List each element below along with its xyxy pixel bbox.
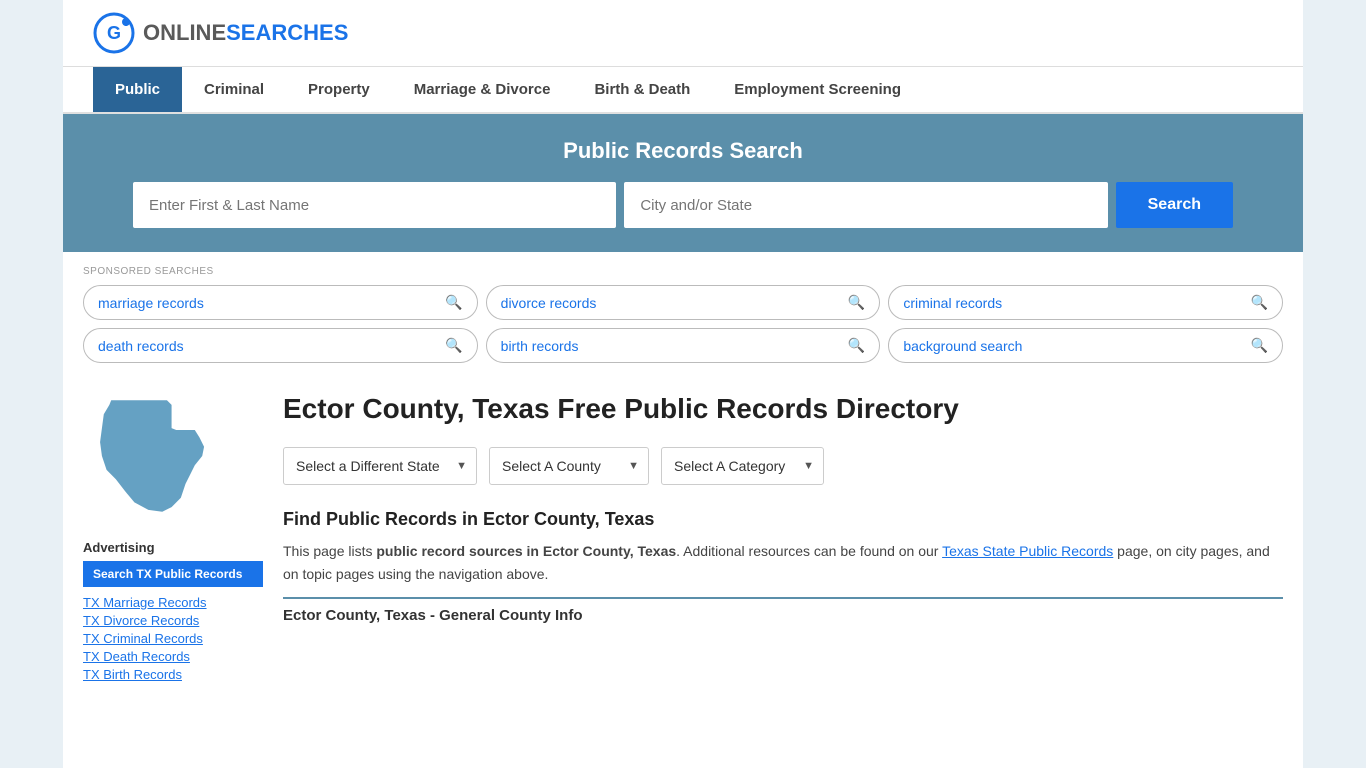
search-icon: 🔍 <box>848 337 865 354</box>
pill-text: birth records <box>501 338 579 354</box>
main-body: SPONSORED SEARCHES marriage records🔍divo… <box>63 252 1303 705</box>
logo: G ONLINESEARCHES <box>93 12 348 54</box>
general-info-title: Ector County, Texas - General County Inf… <box>283 597 1283 624</box>
banner-title: Public Records Search <box>93 138 1273 164</box>
find-text-1: This page lists <box>283 543 376 559</box>
search-pills: marriage records🔍divorce records🔍crimina… <box>83 285 1283 363</box>
sidebar: Advertising Search TX Public Records TX … <box>83 391 283 685</box>
advertising-label: Advertising <box>83 540 263 555</box>
sponsored-label: SPONSORED SEARCHES <box>83 266 1283 277</box>
state-dropdown-wrapper: Select a Different State <box>283 447 477 485</box>
search-icon: 🔍 <box>445 337 462 354</box>
search-pill[interactable]: background search 🔍 <box>888 328 1283 363</box>
nav-item-birth---death[interactable]: Birth & Death <box>572 67 712 112</box>
find-link[interactable]: Texas State Public Records <box>942 543 1113 559</box>
logo-icon: G <box>93 12 135 54</box>
search-pill[interactable]: criminal records 🔍 <box>888 285 1283 320</box>
texas-map <box>83 391 263 524</box>
pill-text: death records <box>98 338 184 354</box>
dropdown-row: Select a Different State Select A County… <box>283 447 1283 485</box>
search-pill[interactable]: divorce records 🔍 <box>486 285 881 320</box>
state-dropdown[interactable]: Select a Different State <box>283 447 477 485</box>
svg-text:G: G <box>107 23 121 43</box>
sidebar-link[interactable]: TX Marriage Records <box>83 595 263 610</box>
logo-online-text: ONLINE <box>143 20 226 45</box>
main-content-area: Ector County, Texas Free Public Records … <box>283 391 1283 685</box>
pill-text: divorce records <box>501 295 597 311</box>
pill-text: criminal records <box>903 295 1002 311</box>
search-pill[interactable]: death records 🔍 <box>83 328 478 363</box>
content-area: Advertising Search TX Public Records TX … <box>83 371 1283 705</box>
logo-searches-text: SEARCHES <box>226 20 348 45</box>
nav-item-marriage---divorce[interactable]: Marriage & Divorce <box>392 67 573 112</box>
nav-item-public[interactable]: Public <box>93 67 182 112</box>
search-form: Search <box>133 182 1233 228</box>
search-icon: 🔍 <box>445 294 462 311</box>
find-text-2: . Additional resources can be found on o… <box>676 543 942 559</box>
search-banner: Public Records Search Search <box>63 114 1303 252</box>
sidebar-link[interactable]: TX Birth Records <box>83 667 263 682</box>
county-dropdown[interactable]: Select A County <box>489 447 649 485</box>
sponsored-section: SPONSORED SEARCHES marriage records🔍divo… <box>83 252 1283 371</box>
sidebar-link[interactable]: TX Divorce Records <box>83 613 263 628</box>
main-nav: PublicCriminalPropertyMarriage & Divorce… <box>63 67 1303 114</box>
sidebar-link[interactable]: TX Criminal Records <box>83 631 263 646</box>
category-dropdown-wrapper: Select A Category <box>661 447 824 485</box>
search-pill[interactable]: marriage records 🔍 <box>83 285 478 320</box>
page-title: Ector County, Texas Free Public Records … <box>283 391 1283 427</box>
find-bold: public record sources in Ector County, T… <box>376 543 676 559</box>
pill-text: background search <box>903 338 1022 354</box>
find-description: This page lists public record sources in… <box>283 540 1283 585</box>
sidebar-link[interactable]: TX Death Records <box>83 649 263 664</box>
search-icon: 🔍 <box>848 294 865 311</box>
pill-text: marriage records <box>98 295 204 311</box>
nav-item-property[interactable]: Property <box>286 67 392 112</box>
search-pill[interactable]: birth records 🔍 <box>486 328 881 363</box>
find-title: Find Public Records in Ector County, Tex… <box>283 509 1283 530</box>
location-input[interactable] <box>624 182 1107 228</box>
category-dropdown[interactable]: Select A Category <box>661 447 824 485</box>
nav-item-employment-screening[interactable]: Employment Screening <box>712 67 923 112</box>
ad-button[interactable]: Search TX Public Records <box>83 561 263 587</box>
name-input[interactable] <box>133 182 616 228</box>
county-dropdown-wrapper: Select A County <box>489 447 649 485</box>
search-icon: 🔍 <box>1251 337 1268 354</box>
sidebar-links: TX Marriage Records TX Divorce Records TX … <box>83 595 263 682</box>
search-icon: 🔍 <box>1251 294 1268 311</box>
search-button[interactable]: Search <box>1116 182 1233 228</box>
nav-item-criminal[interactable]: Criminal <box>182 67 286 112</box>
